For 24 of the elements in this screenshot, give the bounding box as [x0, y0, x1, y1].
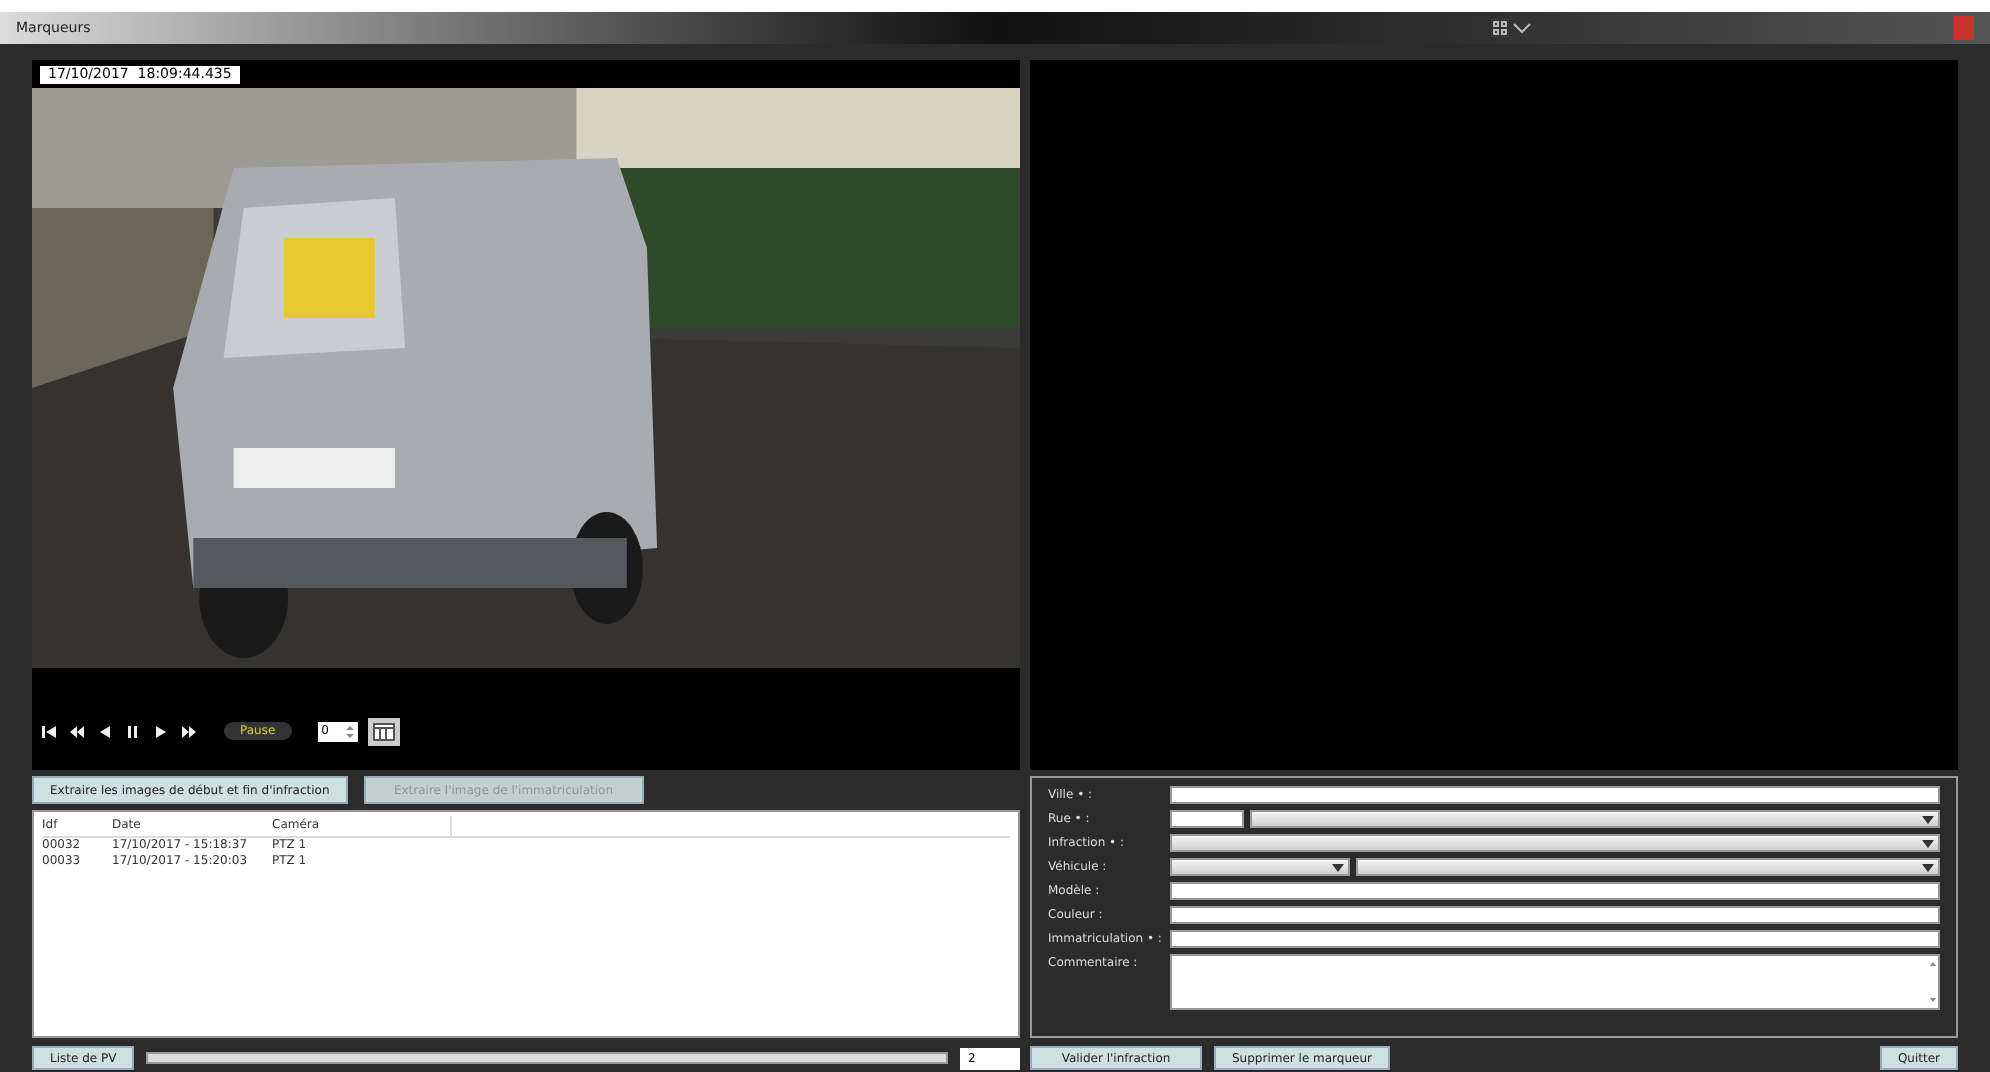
dropdown[interactable] — [1170, 834, 1940, 852]
skip-start-icon[interactable] — [40, 723, 58, 739]
pause-icon[interactable] — [124, 723, 142, 739]
dropdown-caret-icon — [1922, 815, 1934, 823]
play-icon[interactable] — [152, 723, 170, 739]
comment-field[interactable] — [1170, 954, 1940, 1010]
fast-forward-icon[interactable] — [180, 723, 198, 739]
step-back-icon[interactable] — [96, 723, 114, 739]
spin-arrows-icon[interactable] — [345, 723, 354, 739]
dropdown[interactable] — [1356, 858, 1940, 876]
dropdown[interactable] — [1250, 810, 1940, 828]
dropdown[interactable] — [1170, 858, 1350, 876]
calendar-icon[interactable] — [367, 717, 400, 745]
dropdown-caret-icon — [1332, 863, 1344, 871]
input-field[interactable] — [1170, 810, 1244, 828]
restore-chevron-icon[interactable] — [1490, 18, 1534, 38]
input-field[interactable] — [1170, 930, 1940, 948]
scrollbar[interactable] — [146, 1052, 948, 1064]
dropdown-caret-icon — [1922, 863, 1934, 871]
dropdown-caret-icon — [1922, 839, 1934, 847]
input-field[interactable] — [1170, 906, 1940, 924]
rewind-icon[interactable] — [68, 723, 86, 739]
input-field[interactable] — [1170, 882, 1940, 900]
input-field[interactable] — [1170, 786, 1940, 804]
